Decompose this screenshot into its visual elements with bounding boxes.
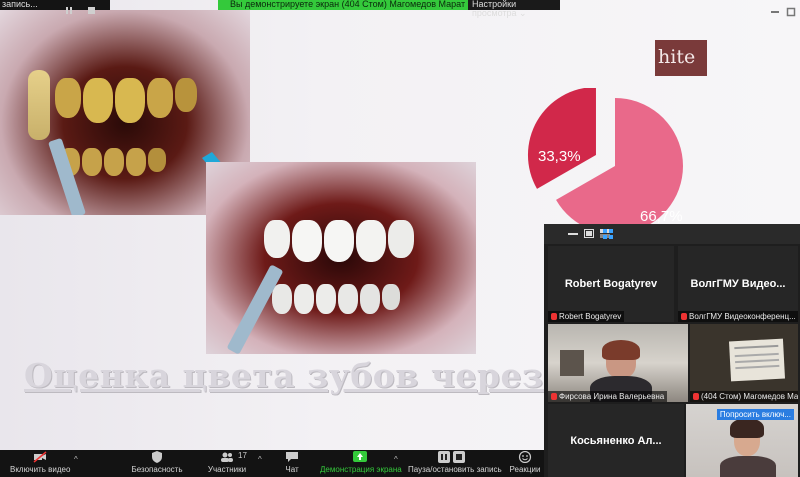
participant-tile[interactable]: Попросить включ...: [686, 404, 798, 477]
video-panel-toolbar: [544, 224, 800, 244]
reactions-label: Реакции: [509, 465, 541, 474]
shield-icon: [152, 451, 162, 463]
pie-label-slice-2: 66,7%: [640, 208, 683, 225]
participant-label: (404 Стом) Магомедов Марат: [690, 391, 798, 402]
participant-name-center: ВолгГМУ Видео...: [690, 278, 786, 290]
participant-label: Фирсова Ирина Валерьевна: [548, 391, 668, 402]
security-label: Безопасность: [131, 465, 183, 474]
video-panel: Robert Bogatyrev Robert Bogatyrev ВолгГМ…: [544, 224, 800, 477]
participant-label-text: ВолгГМУ Видеоконференц...: [689, 312, 796, 321]
chart-title-box: hite: [655, 40, 707, 76]
recording-label: запись...: [2, 0, 38, 9]
share-options-caret-icon[interactable]: ^: [394, 455, 398, 464]
pie-label-slice-1: 33,3%: [538, 148, 581, 165]
teeth-photo-after: [206, 162, 476, 354]
participant-name-center: Косьяненко Ал...: [570, 434, 662, 447]
participant-tile[interactable]: ВолгГМУ Видео... ВолгГМУ Видеоконференц.…: [678, 246, 798, 322]
security-button[interactable]: Безопасность: [128, 451, 186, 474]
view-options-button[interactable]: Настройки просмотра ⌄: [468, 0, 560, 18]
document-picture: [728, 338, 786, 382]
participants-label: Участники: [207, 465, 247, 474]
maximize-icon[interactable]: [786, 7, 796, 17]
background-picture: [560, 350, 584, 376]
pie-slice: [527, 88, 596, 189]
pause-stop-icon: [438, 451, 465, 463]
chat-label: Чат: [285, 465, 299, 474]
ask-to-unmute-badge[interactable]: Попросить включ...: [716, 409, 794, 420]
participant-body: [720, 456, 776, 477]
pause-stop-recording-button[interactable]: Пауза/остановить запись: [408, 451, 502, 474]
chat-button[interactable]: Чат: [280, 451, 304, 474]
stop-recording-icon[interactable]: [88, 1, 100, 14]
participant-hair: [730, 418, 764, 438]
participant-tile[interactable]: Косьяненко Ал...: [548, 404, 684, 477]
participants-count: 17: [238, 451, 247, 460]
slide-title: Оценка цвета зубов через 10: [24, 356, 603, 395]
video-off-icon: [33, 451, 47, 463]
video-options-caret-icon[interactable]: ^: [74, 455, 78, 464]
participant-label-text: Robert Bogatyrev: [559, 312, 622, 321]
share-screen-label: Демонстрация экрана: [320, 465, 402, 474]
participant-label: ВолгГМУ Видеоконференц...: [678, 311, 798, 322]
pause-stop-label: Пауза/остановить запись: [408, 465, 502, 474]
share-screen-button[interactable]: Демонстрация экрана: [320, 451, 402, 474]
mic-muted-icon: [551, 313, 557, 320]
mic-muted-icon: [693, 393, 699, 400]
reactions-button[interactable]: Реакции: [506, 451, 544, 474]
participant-tile[interactable]: Robert Bogatyrev Robert Bogatyrev: [548, 246, 674, 322]
participant-tile[interactable]: (404 Стом) Магомедов Марат: [690, 324, 798, 402]
shade-tab: [28, 70, 50, 140]
participant-hair: [602, 340, 640, 360]
gallery-view-icon[interactable]: [603, 229, 613, 239]
start-video-label: Включить видео: [10, 465, 71, 474]
participants-options-caret-icon[interactable]: ^: [258, 455, 262, 464]
start-video-button[interactable]: Включить видео: [10, 451, 70, 474]
mic-muted-icon: [551, 393, 557, 400]
mic-muted-icon: [681, 313, 687, 320]
reactions-icon: [518, 451, 532, 463]
participants-icon: [221, 452, 233, 462]
participant-label-text: (404 Стом) Магомедов Марат: [701, 392, 798, 401]
minimize-icon[interactable]: [770, 7, 780, 17]
participant-label: Robert Bogatyrev: [548, 311, 625, 322]
minimize-panel-icon[interactable]: [568, 230, 578, 238]
chat-icon: [286, 452, 298, 462]
meeting-toolbar: Включить видео ^ Безопасность Участники …: [0, 450, 544, 477]
participant-name-center: Robert Bogatyrev: [564, 278, 658, 290]
participant-tile[interactable]: Фирсова Ирина Валерьевна: [548, 324, 688, 402]
share-screen-icon: [353, 451, 367, 462]
pause-recording-icon[interactable]: [66, 1, 78, 14]
participant-label-text: Фирсова Ирина Валерьевна: [559, 392, 665, 401]
speaker-view-icon[interactable]: [584, 229, 594, 238]
